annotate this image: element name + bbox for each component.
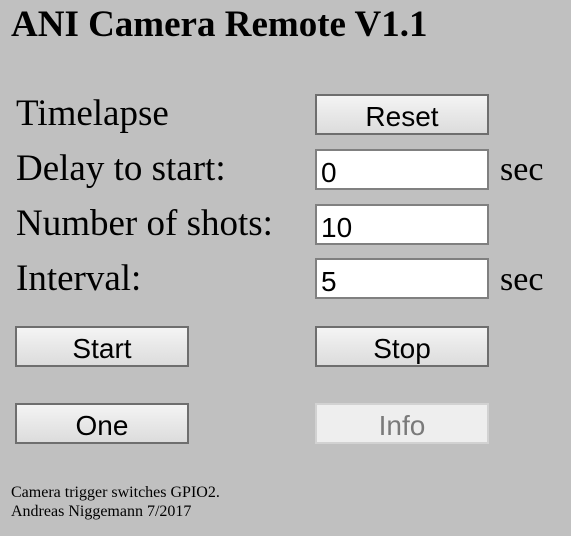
start-button[interactable]: Start: [15, 326, 189, 367]
info-button[interactable]: Info: [315, 403, 489, 444]
delay-label: Delay to start:: [16, 148, 226, 189]
interval-unit: sec: [500, 261, 544, 298]
one-button[interactable]: One: [15, 403, 189, 444]
stop-button[interactable]: Stop: [315, 326, 489, 367]
shots-input[interactable]: [315, 204, 489, 245]
shots-label: Number of shots:: [16, 203, 273, 244]
reset-button[interactable]: Reset: [315, 94, 489, 135]
delay-input[interactable]: [315, 149, 489, 190]
footer: Camera trigger switches GPIO2. Andreas N…: [11, 483, 220, 521]
interval-label: Interval:: [16, 258, 142, 299]
delay-unit: sec: [500, 151, 544, 188]
footer-line-gpio: Camera trigger switches GPIO2.: [11, 484, 220, 501]
interval-input[interactable]: [315, 258, 489, 299]
footer-line-author: Andreas Niggemann 7/2017: [11, 503, 192, 520]
timelapse-label: Timelapse: [16, 93, 169, 134]
page-title: ANI Camera Remote V1.1: [11, 4, 428, 45]
